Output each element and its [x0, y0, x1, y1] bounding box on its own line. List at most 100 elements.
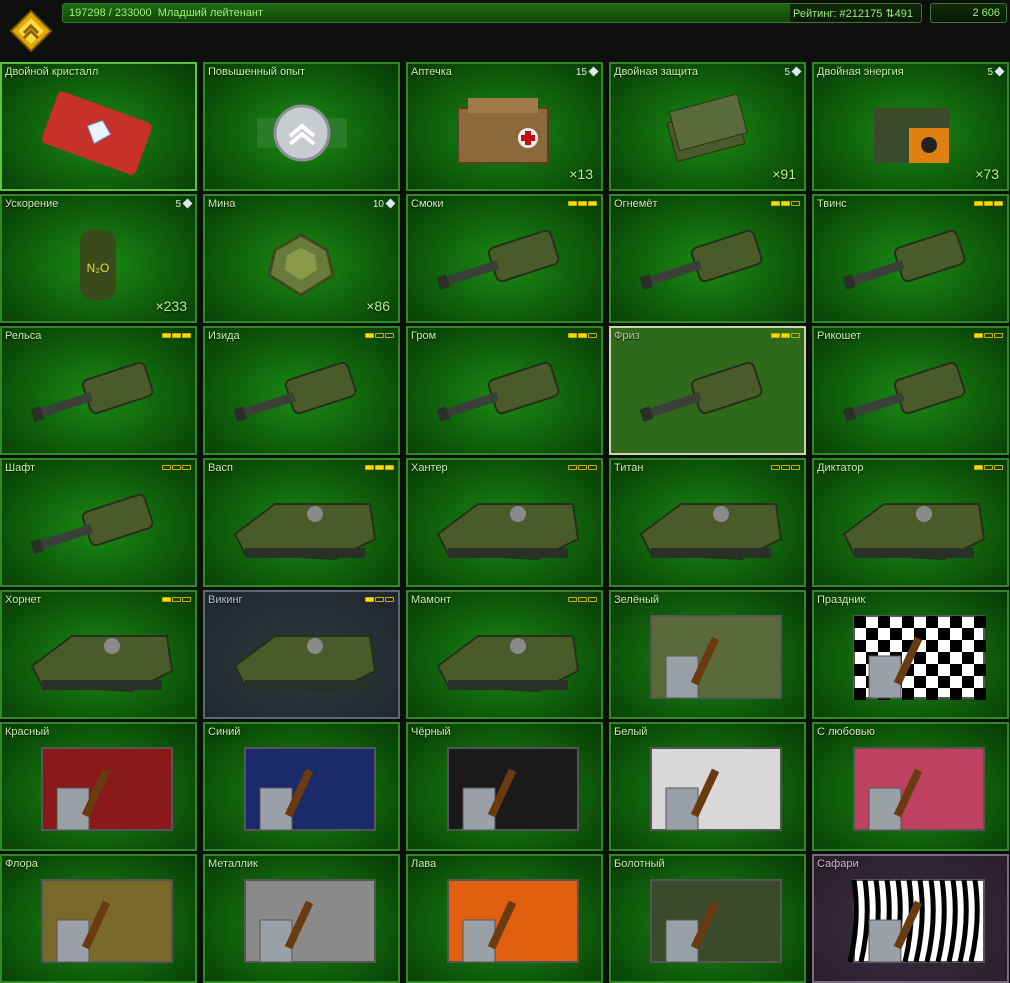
item-name: Флора — [5, 858, 38, 870]
crystal-count: 2 606 — [972, 7, 1000, 19]
item-price: 15 — [576, 66, 599, 78]
upgrade-pip — [994, 465, 1003, 470]
upgrade-level — [771, 201, 800, 206]
shop-item-card[interactable]: Болотный — [609, 854, 806, 983]
shop-item-card[interactable]: Аптечка 15 ×13 — [406, 62, 603, 191]
upgrade-level — [974, 465, 1003, 470]
shop-item-card[interactable]: Твинс — [812, 194, 1009, 323]
experience-bar: 197298 / 233000 Младший лейтенант Рейтин… — [62, 3, 922, 23]
upgrade-pip — [974, 201, 983, 206]
item-image — [233, 503, 377, 561]
crystal-icon — [182, 198, 193, 209]
shop-item-card[interactable]: Рельса — [0, 326, 197, 455]
item-name: Красный — [5, 726, 50, 738]
item-image — [853, 747, 985, 831]
item-name: Лава — [411, 858, 437, 870]
item-name: Мина — [208, 198, 236, 210]
item-name: Хорнет — [5, 594, 42, 606]
shop-item-card[interactable]: Мамонт — [406, 590, 603, 719]
shop-item-card[interactable]: Синий — [203, 722, 400, 851]
upgrade-pip — [974, 465, 983, 470]
item-name: Двойная защита — [614, 66, 699, 78]
shop-item-card[interactable]: Сафари — [812, 854, 1009, 983]
shop-item-card[interactable]: Ускорение 5 N₂O ×233 — [0, 194, 197, 323]
shop-item-card[interactable]: Изида — [203, 326, 400, 455]
upgrade-pip — [781, 201, 790, 206]
item-count: ×73 — [975, 166, 999, 182]
item-name: Викинг — [208, 594, 243, 606]
item-name: Двойной кристалл — [5, 66, 99, 78]
crystal-balance[interactable]: 2 606 — [930, 3, 1007, 23]
shop-item-card[interactable]: Флора — [0, 854, 197, 983]
rating-change-icon: ⇅ — [885, 8, 895, 20]
crystal-icon — [791, 66, 802, 77]
item-name: Смоки — [411, 198, 444, 210]
shop-item-card[interactable]: Васп — [203, 458, 400, 587]
shop-item-card[interactable]: С любовью — [812, 722, 1009, 851]
upgrade-pip — [182, 333, 191, 338]
upgrade-pip — [984, 201, 993, 206]
shop-item-card[interactable]: Фриз — [609, 326, 806, 455]
item-name: Металлик — [208, 858, 258, 870]
crystal-icon — [588, 66, 599, 77]
item-name: Мамонт — [411, 594, 452, 606]
upgrade-pip — [994, 333, 1003, 338]
shop-item-card[interactable]: Гром — [406, 326, 603, 455]
shop-item-card[interactable]: Викинг — [203, 590, 400, 719]
shop-item-card[interactable]: Белый — [609, 722, 806, 851]
shop-item-card[interactable]: Чёрный — [406, 722, 603, 851]
item-image — [41, 879, 173, 963]
experience-text: 197298 / 233000 Младший лейтенант — [69, 7, 263, 19]
shop-item-card[interactable]: Диктатор — [812, 458, 1009, 587]
upgrade-level — [974, 201, 1003, 206]
rank-emblem-icon — [9, 9, 53, 53]
item-name: Огнемёт — [614, 198, 658, 210]
item-name: Гром — [411, 330, 437, 342]
item-image — [257, 104, 347, 162]
item-image — [41, 91, 152, 175]
item-image — [41, 747, 173, 831]
upgrade-pip — [771, 333, 780, 338]
shop-item-card[interactable]: Мина 10 ×86 — [203, 194, 400, 323]
shop-item-card[interactable]: Хорнет — [0, 590, 197, 719]
item-name: Ускорение — [5, 198, 59, 210]
shop-item-card[interactable]: Рикошет — [812, 326, 1009, 455]
shop-item-card[interactable]: Зелёный — [609, 590, 806, 719]
shop-item-card[interactable]: Красный — [0, 722, 197, 851]
item-name: Хантер — [411, 462, 448, 474]
shop-item-card[interactable]: Смоки — [406, 194, 603, 323]
item-image — [30, 635, 174, 693]
upgrade-pip — [791, 201, 800, 206]
rating-value: Рейтинг: #212175 — [793, 8, 883, 20]
item-name: Аптечка — [411, 66, 452, 78]
crystal-icon — [385, 198, 396, 209]
shop-item-card[interactable]: Двойная защита 5 ×91 — [609, 62, 806, 191]
shop-item-card[interactable]: Двойной кристалл — [0, 62, 197, 191]
shop-item-card[interactable]: Повышенный опыт — [203, 62, 400, 191]
upgrade-level — [365, 465, 394, 470]
shop-item-card[interactable]: Праздник — [812, 590, 1009, 719]
upgrade-level — [568, 465, 597, 470]
upgrade-pip — [588, 597, 597, 602]
upgrade-level — [568, 333, 597, 338]
upgrade-pip — [172, 465, 181, 470]
item-name: Двойная энергия — [817, 66, 904, 78]
shop-item-card[interactable]: Титан — [609, 458, 806, 587]
shop-item-card[interactable]: Лава — [406, 854, 603, 983]
item-count: ×13 — [569, 166, 593, 182]
upgrade-level — [162, 465, 191, 470]
item-image — [639, 361, 763, 422]
upgrade-pip — [162, 465, 171, 470]
shop-item-card[interactable]: Шафт — [0, 458, 197, 587]
upgrade-level — [365, 597, 394, 602]
item-name: Диктатор — [817, 462, 864, 474]
upgrade-level — [162, 597, 191, 602]
upgrade-pip — [385, 465, 394, 470]
shop-item-card[interactable]: Огнемёт — [609, 194, 806, 323]
shop-item-card[interactable]: Двойная энергия 5 ×73 — [812, 62, 1009, 191]
shop-item-card[interactable]: Хантер — [406, 458, 603, 587]
shop-item-card[interactable]: Металлик — [203, 854, 400, 983]
upgrade-pip — [172, 333, 181, 338]
upgrade-pip — [588, 333, 597, 338]
item-image — [650, 747, 782, 831]
